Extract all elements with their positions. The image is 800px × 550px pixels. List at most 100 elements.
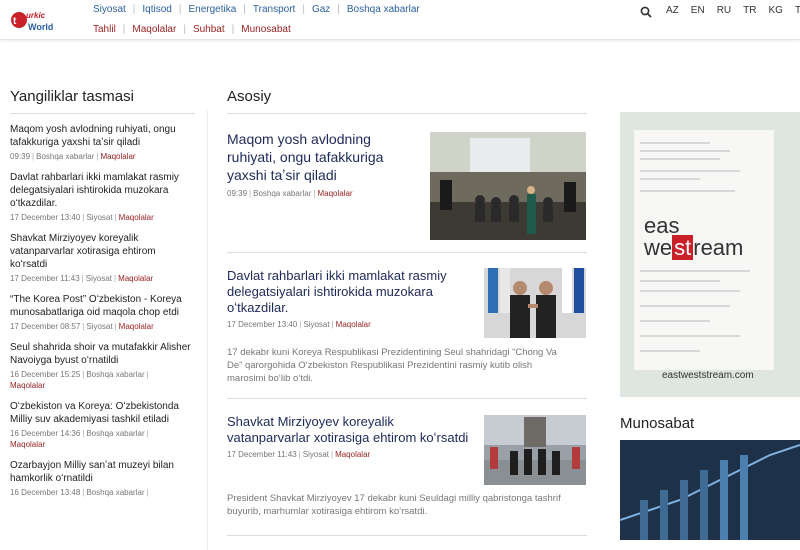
feed-item-category[interactable]: Boshqa xabarlar (86, 370, 144, 379)
munosabat-title: Munosabat (620, 415, 695, 432)
lang-ru[interactable]: RU (717, 5, 731, 16)
article-meta: 17 December 11:43 | Siyosat | Maqolalar (227, 450, 371, 459)
feed-item-meta: 16 December 14:36 | Boshqa xabarlar | Maqola… (10, 429, 149, 449)
munosabat-image-chart[interactable] (619, 440, 800, 540)
article-title[interactable]: Shavkat Mirziyoyev koreyalik vatanparvar… (227, 414, 477, 446)
feed-item-category[interactable]: Boshqa xabarlar (86, 488, 144, 497)
feed-item[interactable]: Davlat rahbarlari ikki mamlakat rasmiy d… (10, 171, 195, 223)
eastweststream-banner[interactable]: eas westream eastweststream.com (620, 112, 800, 397)
article-section[interactable]: Maqolalar (335, 450, 370, 459)
article-category[interactable]: Siyosat (303, 320, 329, 329)
feed-item[interactable]: Maqom yosh avlodning ruhiyati, ongu tafa… (10, 123, 195, 162)
main-title: Asosiy (227, 88, 587, 114)
article-divider (227, 398, 587, 399)
feed-item-meta: 17 December 11:43 | Siyosat | Maqolalar (10, 274, 154, 283)
feed-item[interactable]: Ozarbayjon Milliy sanʼat muzeyi bilan ha… (10, 459, 195, 498)
banner-url[interactable]: eastweststream.com (662, 370, 754, 381)
article-title[interactable]: Maqom yosh avlodning ruhiyati, ongu tafa… (227, 130, 417, 184)
feed-item-category[interactable]: Siyosat (86, 274, 112, 283)
feed-item[interactable]: Shavkat Mirziyoyev koreyalik vatanparvar… (10, 232, 195, 284)
feed-item-section[interactable]: Maqolalar (119, 213, 154, 222)
feed-item-time: 17 December 13:40 (10, 213, 81, 222)
lang-kg[interactable]: KG (768, 5, 782, 16)
feed-title: Yangiliklar tasmasi (10, 88, 195, 114)
primary-nav: Siyosat | Iqtisod | Energetika | Transport |… (86, 4, 427, 15)
lang-tr[interactable]: TR (743, 5, 756, 16)
feed-item-title[interactable]: Oʻzbekiston va Koreya: Oʻzbekistonda Mil… (10, 400, 195, 426)
nav-munosabat[interactable]: Munosabat (234, 24, 297, 35)
eastweststream-logo: eas westream (644, 213, 744, 260)
feed-item-meta: 09:39 | Boshqa xabarlar | Maqolalar (10, 152, 136, 161)
article-excerpt: President Shavkat Mirziyoyev 17 dekabr k… (227, 493, 561, 517)
news-feed: Yangiliklar tasmasi Maqom yosh avlodning… (10, 88, 195, 498)
feed-item-time: 16 December 15:25 (10, 370, 81, 379)
feed-item-section[interactable]: Maqolalar (100, 152, 135, 161)
feed-item-time: 09:39 (10, 152, 31, 161)
feed-item[interactable]: “The Korea Post” Oʻzbekiston - Koreya mu… (10, 293, 195, 332)
feed-item-category[interactable]: Boshqa xabarlar (86, 429, 144, 438)
nav-tahlil[interactable]: Tahlil (86, 24, 123, 35)
article-meta: 17 December 13:40 | Siyosat | Maqolalar (227, 320, 371, 329)
lang-tm[interactable]: TM (795, 5, 800, 16)
site-header: t urkic World Siyosat | Iqtisod | Energeti… (0, 0, 800, 40)
feed-item-title[interactable]: Davlat rahbarlari ikki mamlakat rasmiy d… (10, 171, 195, 210)
language-switcher: AZ EN RU TR KG TM KZ (660, 5, 800, 16)
feed-item-section[interactable]: Maqolalar (10, 440, 45, 449)
svg-text:urkic: urkic (26, 11, 46, 20)
article-image-concert[interactable] (430, 132, 586, 240)
feed-item-time: 16 December 13:48 (10, 488, 81, 497)
feed-item-section[interactable]: Maqolalar (10, 381, 45, 390)
nav-energetika[interactable]: Energetika (181, 4, 243, 15)
feed-item[interactable]: Oʻzbekiston va Koreya: Oʻzbekistonda Mil… (10, 400, 195, 450)
feed-item-category[interactable]: Siyosat (86, 213, 112, 222)
feed-item-category[interactable]: Boshqa xabarlar (36, 152, 94, 161)
feed-item-section[interactable]: Maqolalar (118, 274, 153, 283)
feed-item-meta: 16 December 15:25 | Boshqa xabarlar | Maqola… (10, 370, 149, 390)
nav-transport[interactable]: Transport (246, 4, 302, 15)
feed-item-section[interactable]: Maqolalar (119, 322, 154, 331)
article-card[interactable]: Maqom yosh avlodning ruhiyati, ongu tafa… (227, 130, 417, 199)
article-divider (227, 535, 587, 536)
feed-item-title[interactable]: Seul shahrida shoir va mutafakkir Alishe… (10, 341, 195, 367)
nav-iqtisod[interactable]: Iqtisod (135, 4, 178, 15)
article-card[interactable]: Davlat rahbarlari ikki mamlakat rasmiy d… (227, 268, 475, 330)
feed-item-title[interactable]: “The Korea Post” Oʻzbekiston - Koreya mu… (10, 293, 195, 319)
feed-item-title[interactable]: Maqom yosh avlodning ruhiyati, ongu tafa… (10, 123, 195, 149)
feed-item[interactable]: Seul shahrida shoir va mutafakkir Alishe… (10, 341, 195, 391)
article-excerpt: 17 dekabr kuni Koreya Respublikasi Prezi… (227, 347, 557, 384)
article-divider (227, 252, 587, 253)
article-time: 09:39 (227, 189, 248, 198)
feed-item-title[interactable]: Shavkat Mirziyoyev koreyalik vatanparvar… (10, 232, 195, 271)
article-category[interactable]: Siyosat (303, 450, 329, 459)
feed-item-meta: 17 December 08:57 | Siyosat | Maqolalar (10, 322, 154, 331)
turkic-world-logo[interactable]: t urkic World (10, 6, 60, 36)
feed-item-meta: 16 December 13:48 | Boshqa xabarlar | (10, 488, 149, 497)
search-icon[interactable] (640, 6, 652, 18)
feed-item-meta: 17 December 13:40 | Siyosat | Maqolalar (10, 213, 154, 222)
article-section[interactable]: Maqolalar (317, 189, 352, 198)
feed-item-time: 17 December 11:43 (10, 274, 80, 283)
nav-boshqa-xabarlar[interactable]: Boshqa xabarlar (340, 4, 427, 15)
feed-item-category[interactable]: Siyosat (86, 322, 112, 331)
nav-maqolalar[interactable]: Maqolalar (125, 24, 183, 35)
article-title[interactable]: Davlat rahbarlari ikki mamlakat rasmiy d… (227, 268, 475, 316)
feed-item-time: 16 December 14:36 (10, 429, 81, 438)
right-sidebar: eas westream eastweststream.com Munosaba… (619, 112, 800, 545)
nav-suhbat[interactable]: Suhbat (186, 24, 232, 35)
feed-item-time: 17 December 08:57 (10, 322, 81, 331)
feed-item-title[interactable]: Ozarbayjon Milliy sanʼat muzeyi bilan ha… (10, 459, 195, 485)
article-section[interactable]: Maqolalar (336, 320, 371, 329)
main-column: Asosiy (227, 88, 587, 114)
article-card[interactable]: Shavkat Mirziyoyev koreyalik vatanparvar… (227, 414, 477, 460)
article-time: 17 December 11:43 (227, 450, 297, 459)
nav-gaz[interactable]: Gaz (305, 4, 337, 15)
lang-en[interactable]: EN (691, 5, 705, 16)
article-image-memorial[interactable] (484, 415, 586, 485)
svg-text:World: World (28, 22, 53, 32)
lang-az[interactable]: AZ (666, 5, 679, 16)
article-image-presidents[interactable] (484, 268, 586, 338)
article-category[interactable]: Boshqa xabarlar (253, 189, 311, 198)
nav-siyosat[interactable]: Siyosat (86, 4, 133, 15)
article-meta: 09:39 | Boshqa xabarlar | Maqolalar (227, 189, 353, 198)
column-divider (207, 110, 208, 550)
